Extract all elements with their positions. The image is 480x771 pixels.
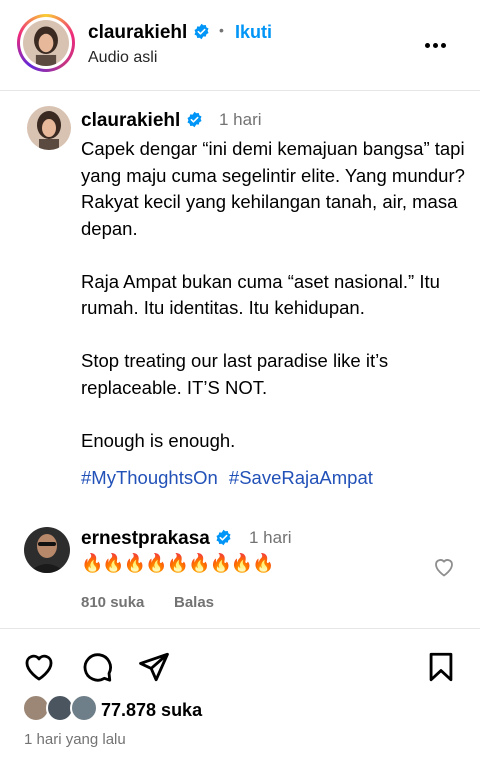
verified-badge-icon — [187, 111, 202, 128]
post-timestamp: 1 hari yang lalu — [24, 731, 126, 748]
divider — [0, 90, 480, 91]
caption-paragraph: Capek dengar “ini demi kemajuan bangsa” … — [81, 138, 465, 239]
like-count[interactable]: 77.878 suka — [101, 700, 202, 721]
hashtag-link[interactable]: #MyThoughtsOn — [81, 467, 218, 488]
username-text[interactable]: claurakiehl — [81, 110, 180, 131]
story-ring[interactable] — [17, 14, 75, 72]
comment-like-icon[interactable] — [431, 555, 457, 579]
comment-timestamp: 1 hari — [249, 528, 292, 547]
avatar[interactable] — [23, 20, 69, 66]
verified-badge-icon — [194, 23, 209, 40]
commenter-avatar[interactable] — [24, 527, 70, 573]
caption-paragraph: Raja Ampat bukan cuma “aset nasional.” I… — [81, 270, 440, 319]
caption-text: Capek dengar “ini demi kemajuan bangsa” … — [81, 136, 471, 481]
heart-icon[interactable] — [22, 650, 56, 684]
hashtag-list: #MyThoughtsOn #SaveRajaAmpat — [81, 467, 379, 489]
verified-badge-icon — [216, 529, 231, 546]
liked-by-avatars[interactable] — [22, 694, 100, 726]
comment-icon[interactable] — [80, 650, 114, 684]
share-icon[interactable] — [137, 650, 171, 684]
caption-paragraph: Enough is enough. — [81, 429, 236, 451]
post-author-username[interactable]: claurakiehl — [88, 22, 210, 44]
bookmark-icon[interactable] — [424, 650, 458, 684]
commenter-username[interactable]: ernestprakasa — [81, 528, 232, 550]
comment-like-count[interactable]: 810 suka — [81, 594, 144, 611]
more-options-icon[interactable] — [425, 35, 453, 55]
hashtag-link[interactable]: #SaveRajaAmpat — [229, 467, 373, 488]
caption-timestamp: 1 hari — [219, 110, 262, 129]
username-text[interactable]: claurakiehl — [88, 22, 187, 43]
avatar — [70, 694, 98, 722]
caption-paragraph: Stop treating our last paradise like it’… — [81, 350, 389, 398]
post-header: claurakiehl • Ikuti Audio asli — [0, 0, 480, 90]
divider — [0, 628, 480, 629]
reply-button[interactable]: Balas — [174, 594, 214, 611]
caption-avatar[interactable] — [27, 106, 71, 150]
audio-label[interactable]: Audio asli — [88, 49, 157, 67]
separator-dot: • — [219, 22, 224, 38]
follow-button[interactable]: Ikuti — [235, 22, 272, 43]
comment-text: 🔥🔥🔥🔥🔥🔥🔥🔥🔥 — [81, 553, 275, 573]
caption-author-username[interactable]: claurakiehl — [81, 110, 203, 132]
username-text[interactable]: ernestprakasa — [81, 528, 210, 549]
